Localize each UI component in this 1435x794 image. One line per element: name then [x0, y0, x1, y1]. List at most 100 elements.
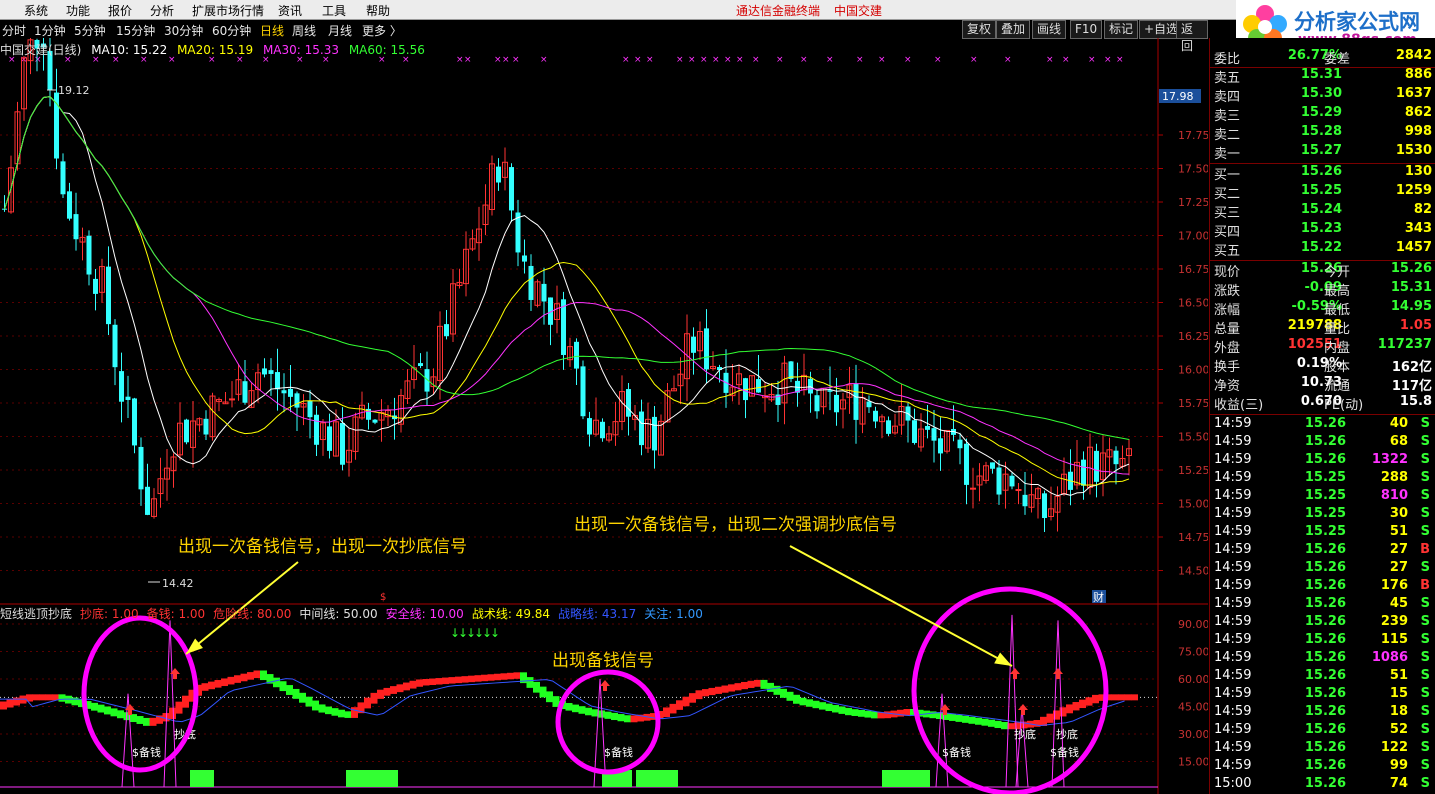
- tactic-block: [715, 686, 722, 694]
- stock-label: 中国交建(日线): [0, 43, 82, 57]
- sell-row-4: 卖一 15.27 1530: [1210, 143, 1435, 162]
- tactic-block: [767, 682, 774, 692]
- tick-time: 15:00: [1214, 776, 1252, 791]
- period-6[interactable]: 日线: [260, 22, 284, 39]
- tick-row-12: 14:59 15.26 115 S: [1210, 632, 1435, 650]
- buy-label: 买一: [1214, 168, 1241, 183]
- period-8[interactable]: 月线: [328, 22, 352, 39]
- tick-qty: 176: [1380, 578, 1408, 593]
- stat-label2: 今开: [1324, 265, 1351, 280]
- tick-time: 14:59: [1214, 452, 1252, 467]
- tactic-block: [695, 690, 703, 700]
- tick-price: 15.26: [1304, 740, 1346, 755]
- candle-down: [756, 379, 761, 393]
- menu-item-7[interactable]: 帮助: [366, 2, 390, 19]
- candle-down: [73, 214, 79, 240]
- tactic-block: [669, 703, 677, 714]
- tactic-block: [793, 694, 800, 704]
- pointer-arrow-line: [789, 545, 1013, 667]
- tactic-block: [533, 681, 540, 693]
- price-axis-label: 15.50: [1178, 431, 1208, 444]
- tactic-block: [32, 694, 40, 701]
- tool-button-0[interactable]: 复权: [962, 20, 997, 39]
- tick-side: S: [1420, 668, 1430, 683]
- tactic-block: [305, 696, 313, 707]
- tactic-block: [344, 711, 352, 718]
- tick-row-9: 14:59 15.26 176 B: [1210, 578, 1435, 596]
- tick-side: S: [1420, 758, 1430, 773]
- annotation-2: 出现一次备钱信号，出现二次强调抄底信号: [574, 515, 897, 535]
- period-3[interactable]: 15分钟: [116, 22, 155, 39]
- signal-mark: ×: [724, 55, 732, 65]
- menu-item-6[interactable]: 工具: [322, 2, 346, 19]
- buy-price: 15.23: [1300, 221, 1342, 236]
- tactic-block: [429, 678, 436, 686]
- annotation-3: 出现备钱信号: [552, 651, 654, 671]
- tick-qty: 239: [1380, 614, 1408, 629]
- tactic-block: [988, 719, 995, 727]
- menu-item-0[interactable]: 系统: [24, 2, 48, 19]
- period-2[interactable]: 5分钟: [74, 22, 106, 39]
- quote-panel: 委比 26.77% 委差 2842 卖五 15.31 886 卖四 15.30 1637 卖三 15.…: [1209, 38, 1435, 794]
- tick-time: 14:59: [1214, 758, 1252, 773]
- sell-price: 15.30: [1300, 86, 1342, 101]
- tool-button-4[interactable]: 标记: [1104, 20, 1139, 39]
- tick-qty: 45: [1389, 596, 1408, 611]
- candle-down: [268, 370, 274, 374]
- tick-price: 15.25: [1304, 506, 1346, 521]
- period-9[interactable]: 更多 〉: [362, 22, 402, 39]
- sell-row-0: 卖五 15.31 886: [1210, 67, 1435, 86]
- period-1[interactable]: 1分钟: [34, 22, 66, 39]
- buy-vol: 130: [1404, 164, 1432, 179]
- tick-side: B: [1420, 542, 1430, 557]
- tool-button-6[interactable]: 返回: [1176, 20, 1208, 53]
- sell-row-2: 卖三 15.29 862: [1210, 105, 1435, 124]
- tactic-block: [39, 694, 46, 701]
- price-axis-label: 16.50: [1178, 297, 1208, 310]
- tactic-block: [422, 679, 430, 686]
- attention-bar: [346, 770, 398, 787]
- menu-item-2[interactable]: 报价: [108, 2, 132, 19]
- tactic-block: [546, 691, 553, 703]
- tool-button-3[interactable]: F10: [1070, 20, 1103, 39]
- tick-time: 14:59: [1214, 578, 1252, 593]
- tick-price: 15.26: [1304, 578, 1346, 593]
- indicator-param-5: 战术线: 49.84: [471, 607, 551, 621]
- tactic-block: [1072, 702, 1080, 711]
- period-4[interactable]: 30分钟: [164, 22, 203, 39]
- signal-mark: ×: [878, 55, 886, 65]
- period-5[interactable]: 60分钟: [212, 22, 251, 39]
- tactic-block: [169, 707, 176, 720]
- price-axis-label: 14.50: [1178, 565, 1208, 578]
- tick-qty: 68: [1389, 434, 1408, 449]
- candle-down: [86, 235, 92, 275]
- indicator-legend: 短线逃顶抄底 抄底: 1.00 备钱: 1.00 危险线: 80.00 中间线: 50.…: [0, 605, 711, 622]
- menu-item-5[interactable]: 资讯: [278, 2, 302, 19]
- tactic-block: [741, 681, 748, 690]
- tactic-block: [383, 687, 391, 696]
- tick-qty: 18: [1389, 704, 1408, 719]
- tick-side: S: [1420, 740, 1430, 755]
- menu-item-1[interactable]: 功能: [66, 2, 90, 19]
- tactic-block: [130, 714, 137, 723]
- ma-legend: 中国交建(日线) MA10: 15.22 MA20: 15.19 MA30: 1…: [0, 41, 431, 58]
- tactic-block: [760, 679, 768, 689]
- period-0[interactable]: 分时: [2, 22, 26, 39]
- tick-time: 14:59: [1214, 632, 1252, 647]
- tool-button-1[interactable]: 叠加: [996, 20, 1031, 39]
- tick-row-11: 14:59 15.26 239 S: [1210, 614, 1435, 632]
- period-7[interactable]: 周线: [292, 22, 316, 39]
- tactic-block: [721, 685, 729, 693]
- dollar-mark: $: [380, 592, 386, 603]
- candle-down: [528, 265, 534, 300]
- candle-down: [561, 299, 566, 355]
- signal-mark: ×: [856, 55, 864, 65]
- tactic-block: [416, 679, 423, 687]
- menu-item-3[interactable]: 分析: [150, 2, 174, 19]
- tick-row-16: 14:59 15.26 18 S: [1210, 704, 1435, 722]
- tool-button-2[interactable]: 画线: [1032, 20, 1067, 39]
- menu-item-4[interactable]: 扩展市场行情: [192, 2, 264, 19]
- signal-spike: [1005, 614, 1019, 788]
- tick-price: 15.26: [1304, 614, 1346, 629]
- tactic-block: [474, 675, 482, 682]
